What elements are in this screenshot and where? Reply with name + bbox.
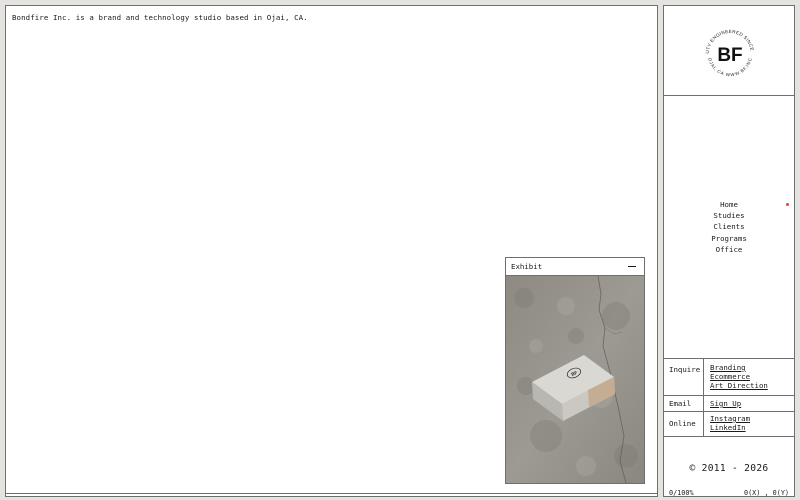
- inquire-links: Branding Ecommerce Art Direction: [703, 359, 768, 395]
- linkedin-link[interactable]: LinkedIn: [710, 423, 750, 432]
- art-direction-link[interactable]: Art Direction: [710, 381, 768, 390]
- nav-home-label: Home: [720, 200, 738, 209]
- email-links: Sign Up: [703, 396, 741, 411]
- cursor-coordinates: 0(X) , 0(Y): [743, 489, 789, 497]
- online-label: Online: [669, 419, 696, 428]
- exhibit-title: Exhibit: [511, 262, 543, 271]
- minimize-icon[interactable]: [626, 260, 638, 272]
- bottom-divider: [6, 493, 657, 494]
- instagram-link[interactable]: Instagram: [710, 414, 750, 423]
- online-links: Instagram LinkedIn: [703, 412, 750, 436]
- email-label: Email: [669, 399, 692, 408]
- main-nav: Home Studies Clients Programs Office: [664, 199, 794, 255]
- contact-table: Inquire Branding Ecommerce Art Direction…: [664, 358, 794, 436]
- nav-home[interactable]: Home: [664, 199, 794, 210]
- copyright-text: © 2011 - 2026: [689, 463, 769, 474]
- nav-office[interactable]: Office: [664, 244, 794, 255]
- bondfire-logo[interactable]: BEAUTY ENGINEERED SINCE 2011 OJAI, CA WW…: [699, 23, 761, 85]
- nav-office-label: Office: [715, 244, 743, 254]
- nav-studies[interactable]: Studies: [664, 210, 794, 221]
- exhibit-titlebar[interactable]: Exhibit: [506, 258, 644, 276]
- footer: © 2011 - 2026 0/100% 0(X) , 0(Y): [664, 436, 794, 498]
- inquire-label: Inquire: [669, 365, 701, 374]
- nav-clients-label: Clients: [713, 222, 745, 232]
- exhibit-window[interactable]: Exhibit BF: [505, 257, 645, 484]
- branding-link[interactable]: Branding: [710, 363, 768, 372]
- exhibit-photo: BF: [506, 276, 644, 483]
- nav-clients[interactable]: Clients: [664, 221, 794, 232]
- logo-area: BEAUTY ENGINEERED SINCE 2011 OJAI, CA WW…: [664, 6, 794, 96]
- intro-text: Bondfire Inc. is a brand and technology …: [12, 13, 308, 22]
- nav-studies-label: Studies: [713, 211, 745, 221]
- ecommerce-link[interactable]: Ecommerce: [710, 372, 768, 381]
- sidebar: BEAUTY ENGINEERED SINCE 2011 OJAI, CA WW…: [663, 5, 795, 497]
- active-indicator-icon: [786, 203, 789, 206]
- logo-monogram: BF: [717, 45, 742, 66]
- nav-programs-label: Programs: [711, 233, 747, 243]
- progress-readout: 0/100%: [669, 489, 694, 497]
- nav-programs[interactable]: Programs: [664, 233, 794, 244]
- sign-up-link[interactable]: Sign Up: [710, 399, 741, 408]
- contact-row-email: Email Sign Up: [664, 395, 794, 411]
- contact-row-inquire: Inquire Branding Ecommerce Art Direction: [664, 358, 794, 395]
- contact-row-online: Online Instagram LinkedIn: [664, 411, 794, 436]
